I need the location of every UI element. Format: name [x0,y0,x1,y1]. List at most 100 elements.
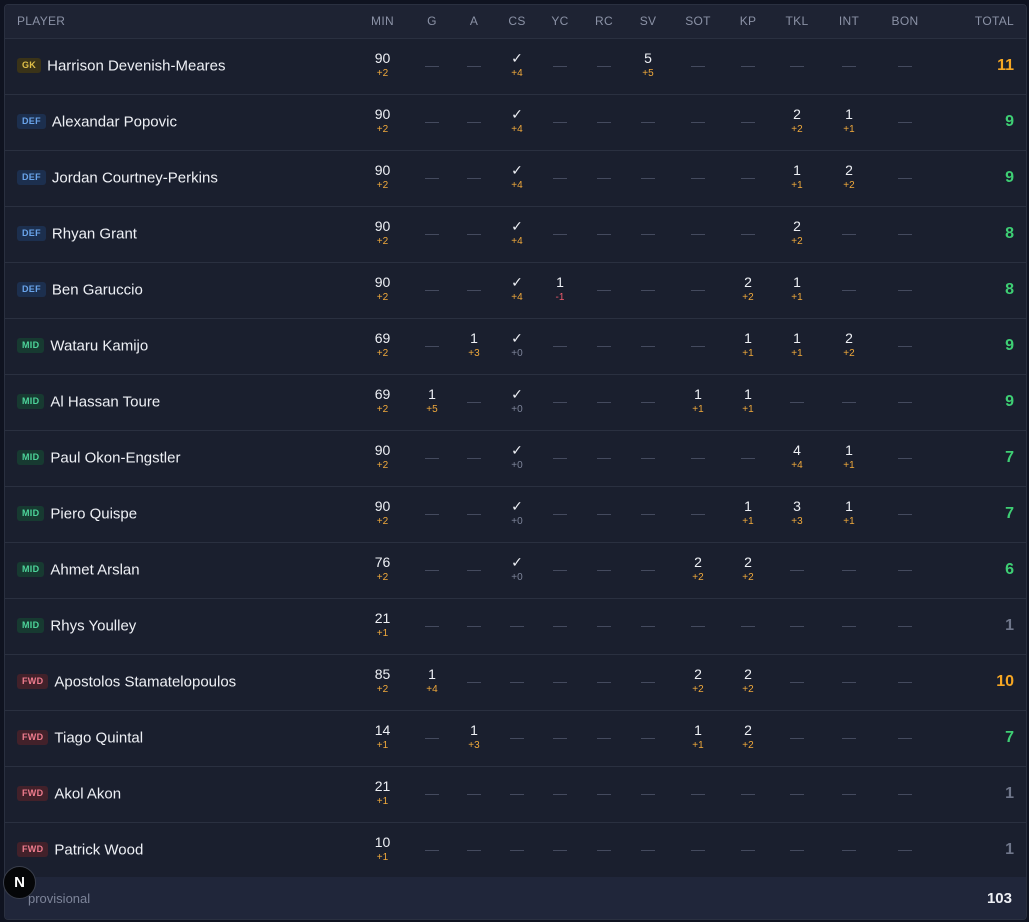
col-header-rc[interactable]: RC [585,5,623,39]
stat-value: 90 [374,162,391,178]
col-header-sot[interactable]: SOT [673,5,723,39]
col-header-a[interactable]: A [449,5,499,39]
player-name[interactable]: Patrick Wood [54,841,143,858]
stat-cell-yc: — [535,206,585,262]
player-name[interactable]: Rhys Youlley [50,617,136,634]
empty-dash: — [597,337,611,353]
stat-cell-sot: 1 +1 [673,374,723,430]
player-total: 8 [1005,225,1014,242]
stat-cell-cs: ✓ +4 [499,94,535,150]
col-header-g[interactable]: G [415,5,449,39]
stat-points: +2 [376,180,389,191]
stat-cell-sv: — [623,206,673,262]
empty-dash: — [425,337,439,353]
player-name[interactable]: Jordan Courtney-Perkins [52,169,218,186]
stat-cell-g: — [415,486,449,542]
player-name[interactable]: Tiago Quintal [54,729,143,746]
table-row[interactable]: MID Ahmet Arslan 76 +2— — ✓ +0— — —2 +2 2 +2— — —6 [5,542,1026,598]
col-header-total[interactable]: TOTAL [933,5,1026,39]
col-header-tkl[interactable]: TKL [773,5,821,39]
stat-points: +1 [843,124,855,135]
stat-value: 2 [694,554,702,570]
col-header-cs[interactable]: CS [499,5,535,39]
col-header-int[interactable]: INT [821,5,877,39]
table-row[interactable]: DEF Rhyan Grant 90 +2— — ✓ +4— — — — —2 +2— —8 [5,206,1026,262]
table-row[interactable]: DEF Jordan Courtney-Perkins 90 +2— — ✓ +4— — — — —… [5,150,1026,206]
stat-cell-sv: — [623,430,673,486]
col-header-sv[interactable]: SV [623,5,673,39]
player-name[interactable]: Paul Okon-Engstler [50,449,180,466]
position-badge: FWD [17,730,49,746]
position-badge: GK [17,58,42,74]
player-name[interactable]: Wataru Kamijo [50,337,148,354]
col-header-kp[interactable]: KP [723,5,773,39]
player-name[interactable]: Alexandar Popovic [52,113,177,130]
stat-value: 1 [744,498,752,514]
table-row[interactable]: FWD Akol Akon 21 +1— — — — — — — — — — —1 [5,766,1026,822]
dev-tools-button[interactable]: N [3,866,36,899]
position-badge: MID [17,618,45,634]
col-header-min[interactable]: MIN [350,5,415,39]
stat-value-group: ✓ +4 [511,219,523,247]
empty-dash: — [425,561,439,577]
table-row[interactable]: MID Piero Quispe 90 +2— — ✓ +0— — — —1 +1 3 +3 1 +1—7 [5,486,1026,542]
stat-cell-kp: — [723,430,773,486]
stat-cell-sv: — [623,542,673,598]
player-name[interactable]: Akol Akon [54,785,121,802]
empty-dash: — [691,617,705,633]
stat-value: 2 [694,666,702,682]
player-name[interactable]: Ben Garuccio [52,281,143,298]
empty-dash: — [467,673,481,689]
stat-cell-cs: — [499,822,535,878]
empty-dash: — [467,225,481,241]
empty-dash: — [898,393,912,409]
player-name[interactable]: Harrison Devenish-Meares [47,57,225,74]
player-total: 10 [996,673,1014,690]
table-row[interactable]: FWD Tiago Quintal 14 +1—1 +3— — — —1 +1 2 +2— — —7 [5,710,1026,766]
empty-dash: — [597,505,611,521]
player-name[interactable]: Piero Quispe [50,505,137,522]
table-row[interactable]: MID Paul Okon-Engstler 90 +2— — ✓ +0— — — — —4 +4 1 +… [5,430,1026,486]
table-row[interactable]: DEF Alexandar Popovic 90 +2— — ✓ +4— — — — —2 +2 1 +1… [5,94,1026,150]
empty-dash: — [898,561,912,577]
player-total: 9 [1005,169,1014,186]
stat-points: +1 [843,516,855,527]
col-header-yc[interactable]: YC [535,5,585,39]
stat-cell-int: — [821,654,877,710]
player-name[interactable]: Apostolos Stamatelopoulos [54,673,236,690]
table-row[interactable]: MID Al Hassan Toure 69 +2 1 +5— ✓ +0— — —1 +1 1 +1— —… [5,374,1026,430]
empty-dash: — [641,225,655,241]
stat-value: 1 [793,330,801,346]
player-name[interactable]: Ahmet Arslan [50,561,139,578]
stat-cell-sv: — [623,822,673,878]
player-total: 9 [1005,113,1014,130]
stat-cell-sot: — [673,150,723,206]
table-row[interactable]: MID Rhys Youlley 21 +1— — — — — — — — — — —1 [5,598,1026,654]
check-icon: ✓ [511,274,523,290]
table-row[interactable]: FWD Patrick Wood 10 +1— — — — — — — — — — —1 [5,822,1026,878]
stat-cell-g: — [415,542,449,598]
stat-value-group: ✓ +4 [511,51,523,79]
table-row[interactable]: MID Wataru Kamijo 69 +2—1 +3 ✓ +0— — — —1 +1 1 +1 2 +2… [5,318,1026,374]
stat-value: 2 [793,106,801,122]
stat-cell-bon: — [877,94,933,150]
col-header-bon[interactable]: BON [877,5,933,39]
table-row[interactable]: FWD Apostolos Stamatelopoulos 85 +2 1 +4— — — — —… [5,654,1026,710]
table-row[interactable]: GK Harrison Devenish-Meares 90 +2— — ✓ +4— —5 +5… [5,38,1026,94]
stat-value: 4 [793,442,801,458]
stat-cell-a: — [449,374,499,430]
stat-cell-int: — [821,598,877,654]
table-row[interactable]: DEF Ben Garuccio 90 +2— — ✓ +4 1 -1— — —2 +2 1 +1— —8 [5,262,1026,318]
player-name[interactable]: Al Hassan Toure [50,393,160,410]
player-name[interactable]: Rhyan Grant [52,225,137,242]
col-header-player[interactable]: PLAYER [5,5,350,39]
player-points-table-panel: PLAYER MIN G A CS YC RC SV SOT KP TKL INT BON TOTAL G… [4,4,1027,920]
stat-cell-sot: — [673,318,723,374]
empty-dash: — [425,169,439,185]
stat-value-group: ✓ +4 [511,107,523,135]
stat-value-group: 1 +1 [742,499,753,527]
stat-cell-bon: — [877,262,933,318]
empty-dash: — [553,113,567,129]
stat-value: 21 [374,778,391,794]
stat-value: 1 [845,106,853,122]
